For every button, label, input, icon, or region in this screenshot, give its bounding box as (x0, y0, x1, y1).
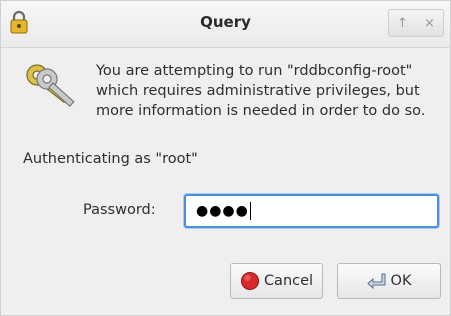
password-label: Password: (83, 202, 156, 218)
cancel-icon (240, 271, 260, 291)
password-value: ●●●● (196, 203, 249, 219)
title-bar[interactable]: Query ↑ × (1, 1, 450, 48)
query-dialog: Query ↑ × You are attempting to run "rdd… (0, 0, 451, 316)
authenticating-as-label: Authenticating as "root" (23, 151, 198, 167)
close-icon[interactable]: × (421, 16, 439, 31)
keys-icon (23, 61, 83, 115)
window-controls: ↑ × (388, 9, 444, 37)
password-field[interactable]: ●●●● (184, 194, 439, 228)
ok-label: OK (390, 273, 412, 289)
ok-button[interactable]: OK (337, 263, 441, 299)
ok-arrow-icon (366, 271, 387, 291)
cancel-label: Cancel (263, 273, 314, 289)
window-title: Query (200, 13, 251, 31)
restore-icon[interactable]: ↑ (394, 16, 412, 31)
cancel-button[interactable]: Cancel (230, 263, 323, 299)
message-text: You are attempting to run "rddbconfig-ro… (96, 63, 426, 119)
text-caret (249, 202, 251, 220)
